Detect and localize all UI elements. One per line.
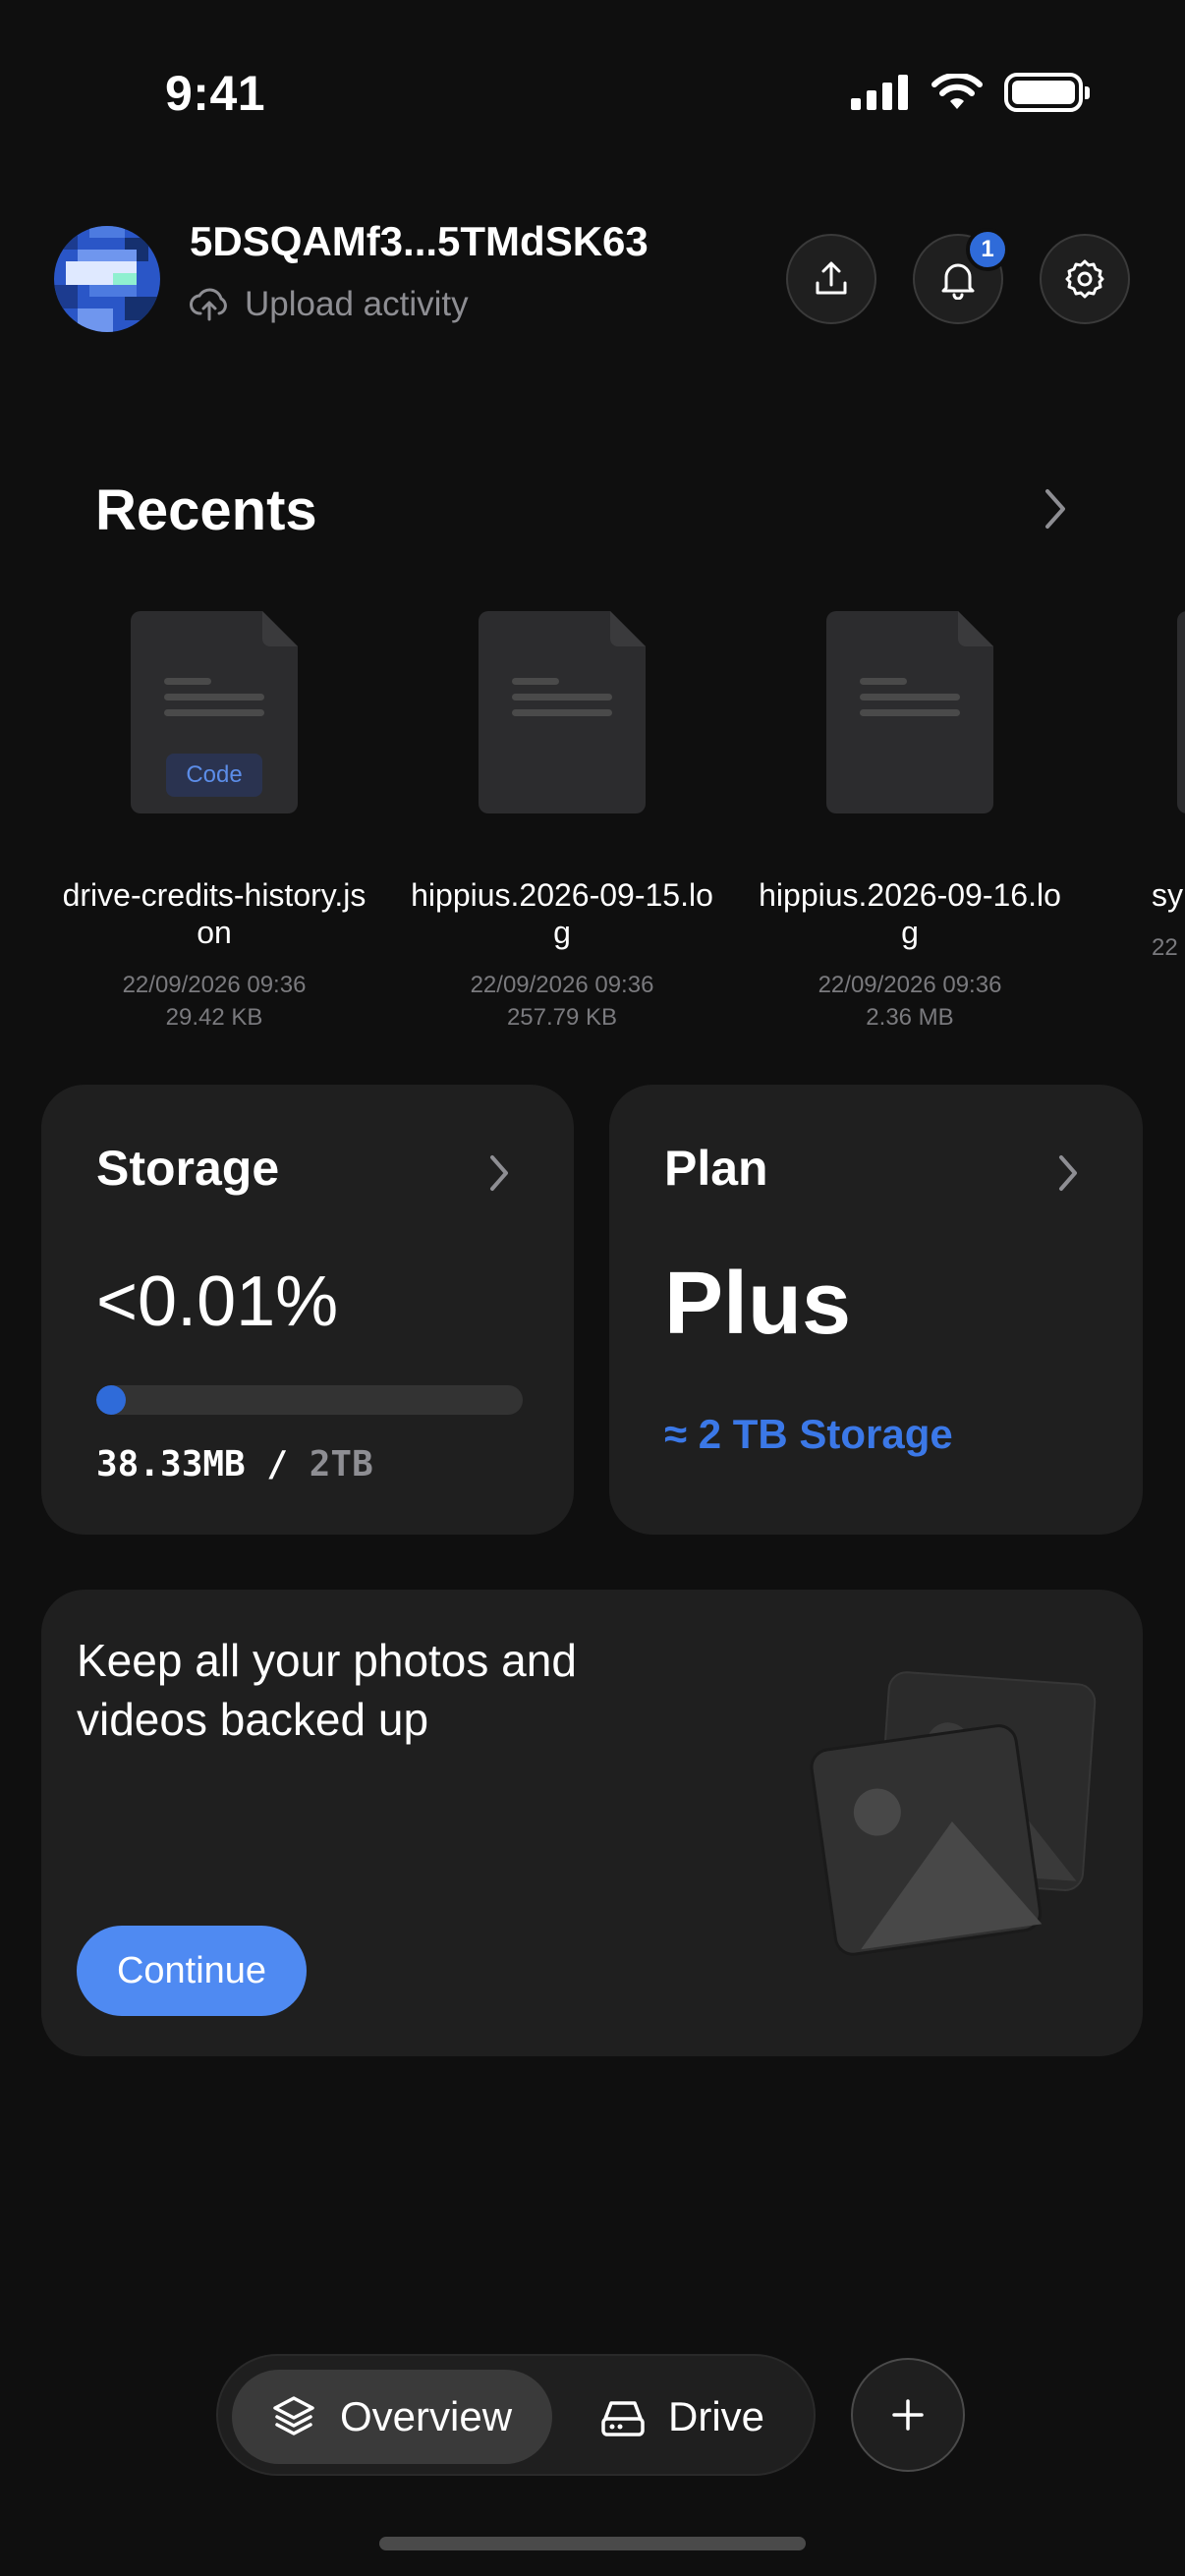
chevron-right-icon [1045,489,1065,529]
upload-activity-link[interactable]: Upload activity [190,285,469,324]
photo-backup-card: Keep all your photos and videos backed u… [41,1590,1143,2056]
document-icon [826,611,993,813]
storage-card[interactable]: Storage <0.01% 38.33MB / 2TB [41,1085,574,1535]
recent-file-item[interactable]: hippius.2026-09-15.log 22/09/2026 09:36 … [400,611,724,1034]
tab-drive[interactable]: Drive [582,2370,798,2464]
storage-used: 38.33MB [96,1444,246,1484]
tab-drive-label: Drive [668,2393,765,2439]
wifi-icon [931,74,983,109]
storage-separator: / [245,1444,310,1484]
gear-icon [1065,259,1104,299]
file-type-tag: Code [166,754,262,797]
recent-file-item[interactable]: Code drive-credits-history.json 22/09/20… [52,611,376,1034]
hard-drive-icon [601,2401,645,2436]
continue-button[interactable]: Continue [77,1926,307,2016]
status-icons [851,73,1090,112]
recent-file-size: 29.42 KB [165,1004,263,1031]
storage-progress-bar [96,1385,523,1415]
settings-button[interactable] [1040,234,1130,324]
storage-usage: 38.33MB / 2TB [96,1444,373,1484]
plan-card[interactable]: Plan Plus ≈ 2 TB Storage [609,1085,1143,1535]
battery-icon [1004,73,1090,112]
upload-activity-label: Upload activity [245,285,469,323]
avatar[interactable] [54,226,160,332]
plus-icon [892,2399,924,2431]
storage-progress-fill [96,1385,126,1415]
recent-file-date: 22/09/2026 09:36 [818,972,1002,998]
plan-name: Plus [664,1255,852,1353]
recent-file-date: 22/09/2026 09:36 [122,972,307,998]
chevron-right-icon [490,1155,508,1191]
storage-title: Storage [96,1141,280,1196]
recent-file-name: hippius.2026-09-15.log [411,877,713,950]
recents-title: Recents [95,478,317,542]
recent-file-size: 257.79 KB [506,1004,618,1031]
recent-file-size: 2.36 MB [866,1004,954,1031]
plan-storage-label: ≈ 2 TB Storage [664,1411,953,1457]
recent-file-name: hippius.2026-09-16.log [759,877,1061,950]
document-icon [1177,611,1185,813]
recent-file-date: 22 [1152,934,1178,961]
storage-total: 2TB [309,1444,373,1484]
upload-button[interactable] [786,234,876,324]
recent-file-item[interactable]: hippius.2026-09-16.log 22/09/2026 09:36 … [748,611,1072,1034]
notification-badge: 1 [966,228,1009,271]
recent-file-name: sy [1152,877,1183,913]
plan-title: Plan [664,1141,768,1196]
status-time: 9:41 [165,66,266,121]
cellular-signal-icon [851,75,908,110]
document-icon: Code [131,611,298,813]
layers-icon [273,2396,314,2436]
backup-promo-text: Keep all your photos and videos backed u… [77,1635,577,1745]
recents-see-all[interactable] [1042,487,1069,535]
storage-percent: <0.01% [96,1262,339,1341]
account-name[interactable]: 5DSQAMf3...5TMdSK63 [190,218,649,265]
bottom-tab-bar: Overview Drive [216,2354,816,2476]
add-button[interactable] [851,2358,965,2472]
document-icon [479,611,646,813]
home-indicator [379,2537,806,2550]
tab-overview-label: Overview [340,2393,513,2439]
recent-file-item-partial[interactable]: sy 22 [1150,611,1185,1024]
storage-chevron [487,1153,511,1198]
cloud-upload-icon [190,288,227,321]
tab-overview[interactable]: Overview [232,2370,552,2464]
recent-file-name: drive-credits-history.json [62,877,367,950]
chevron-right-icon [1059,1155,1077,1191]
share-upload-icon [816,261,847,295]
plan-chevron [1056,1153,1080,1198]
photos-illustration-icon [810,1671,1097,1956]
overview-screen: 9:41 5DSQAMf3...5TMdSK63 Upload activity… [0,0,1185,2576]
recent-file-date: 22/09/2026 09:36 [470,972,654,998]
notifications-button[interactable]: 1 [913,228,1009,324]
